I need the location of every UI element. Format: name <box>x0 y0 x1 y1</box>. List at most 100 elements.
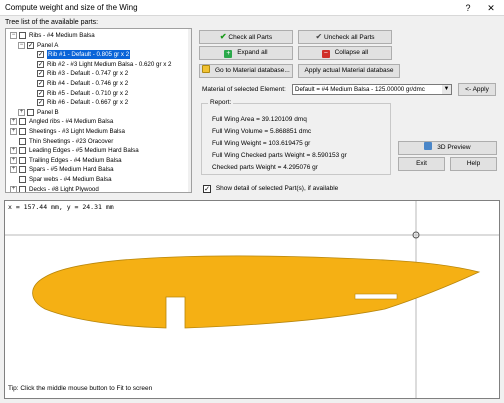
report-area: Full Wing Area = 39.120109 dmq <box>212 116 307 123</box>
tree-item[interactable]: ✓ Rib #1 - Default - 0.805 gr x 2 <box>6 50 186 60</box>
3d-preview-button[interactable]: 3D Preview <box>398 141 497 155</box>
tree-item-label: Rib #3 - Default - 0.747 gr x 2 <box>47 70 129 78</box>
tree-checkbox[interactable]: ✓ <box>37 51 44 59</box>
material-label: Material of selected Element: <box>202 86 286 93</box>
tree-checkbox[interactable]: ✓ <box>37 70 44 78</box>
uncheck-all-button[interactable]: ✔ Uncheck all Parts <box>298 30 392 44</box>
tree-checkbox[interactable] <box>19 137 26 145</box>
tree-item[interactable]: Spar webs - #4 Medium Balsa <box>6 175 186 184</box>
check-icon: ✔ <box>219 32 227 41</box>
report-parts-weight: Checked parts Weight = 4.295076 gr <box>212 164 318 171</box>
tree-item-label: Rib #6 - Default - 0.667 gr x 2 <box>47 99 129 107</box>
expand-icon[interactable]: + <box>10 128 17 135</box>
tree-checkbox[interactable] <box>19 118 26 126</box>
tree-checkbox[interactable] <box>19 156 26 164</box>
tree-checkbox[interactable] <box>19 176 26 183</box>
expand-icon[interactable]: + <box>10 185 17 192</box>
report-checked-weight: Full Wing Checked parts Weight = 8.59015… <box>212 152 347 159</box>
report-title: Report: <box>208 99 234 106</box>
tree-item[interactable]: + Trailing Edges - #4 Medium Balsa <box>6 156 186 165</box>
apply-material-db-button[interactable]: Apply actual Material database <box>298 64 400 78</box>
tree-checkbox[interactable] <box>19 147 26 155</box>
tree-item-label: Rib #4 - Default - 0.746 gr x 2 <box>47 80 129 87</box>
minus-icon: − <box>321 50 330 58</box>
close-icon[interactable]: ✕ <box>483 1 499 15</box>
window-title: Compute weight and size of the Wing <box>5 3 138 12</box>
tree-item[interactable]: ✓ Rib #5 - Default - 0.710 gr x 2 <box>6 89 186 98</box>
report-group: Report: Full Wing Area = 39.120109 dmq F… <box>201 99 391 175</box>
tree-item-label: Spar webs - #4 Medium Balsa <box>29 176 112 183</box>
tree-item-label: Rib #5 - Default - 0.710 gr x 2 <box>47 89 129 97</box>
goto-material-db-button[interactable]: Go to Material database... <box>199 64 293 78</box>
rib-profile <box>32 255 481 329</box>
report-weight: Full Wing Weight = 103.619475 gr <box>212 140 311 147</box>
tree-item-label: Rib #2 - #3 Light Medium Balsa - 0.620 g… <box>47 60 172 68</box>
tree-checkbox[interactable]: ✓ <box>37 80 44 87</box>
database-icon <box>202 65 211 73</box>
tree-item[interactable]: + Spars - #5 Medium Hard Balsa <box>6 165 186 174</box>
collapse-icon[interactable]: − <box>18 41 25 49</box>
title-bar: Compute weight and size of the Wing ? ✕ <box>0 0 504 16</box>
tree-scrollbar[interactable] <box>188 29 191 192</box>
parts-tree[interactable]: − Ribs - #4 Medium Balsa − ✓ Panel A ✓ Rib #1 … <box>5 28 192 193</box>
tree-item-label: Spars - #5 Medium Hard Balsa <box>29 166 114 174</box>
tree-item-label: Thin Sheetings - #23 Oracover <box>29 137 114 145</box>
help-button[interactable]: Help <box>450 157 497 171</box>
tree-item[interactable]: ✓ Rib #3 - Default - 0.747 gr x 2 <box>6 69 186 78</box>
tree-label: Tree list of the available parts: <box>5 19 99 26</box>
tree-checkbox[interactable] <box>27 108 34 116</box>
tree-checkbox[interactable]: ✓ <box>27 41 34 49</box>
expand-icon[interactable]: + <box>10 147 17 155</box>
collapse-icon[interactable]: − <box>10 32 17 39</box>
tree-item[interactable]: − ✓ Panel A <box>6 41 186 50</box>
tree-item[interactable]: + Decks - #8 Light Plywood <box>6 185 186 193</box>
apply-button[interactable]: <- Apply <box>458 83 496 96</box>
tree-item[interactable]: + Angled ribs - #4 Medium Balsa <box>6 117 186 126</box>
tree-checkbox[interactable] <box>19 32 26 39</box>
tree-checkbox[interactable]: ✓ <box>37 60 44 68</box>
tree-item[interactable]: + Sheetings - #3 Light Medium Balsa <box>6 127 186 136</box>
tree-item-label: Rib #1 - Default - 0.805 gr x 2 <box>47 50 131 60</box>
tree-item-label: Panel B <box>37 108 59 116</box>
tree-checkbox[interactable]: ✓ <box>37 99 44 107</box>
tree-checkbox[interactable] <box>19 185 26 192</box>
tree-item[interactable]: ✓ Rib #2 - #3 Light Medium Balsa - 0.620 … <box>6 60 186 69</box>
tree-checkbox[interactable] <box>19 166 26 174</box>
report-volume: Full Wing Volume = 5.868851 dmc <box>212 128 312 135</box>
expand-icon[interactable]: + <box>18 108 25 116</box>
uncheck-icon: ✔ <box>315 32 323 41</box>
tree-item[interactable]: + Leading Edges - #5 Medium Hard Balsa <box>6 146 186 155</box>
tree-item[interactable]: − Ribs - #4 Medium Balsa <box>6 31 186 40</box>
checkbox-icon[interactable]: ✓ <box>203 185 211 193</box>
show-detail-checkbox[interactable]: ✓ Show detail of selected Part(s), if av… <box>203 185 338 193</box>
expand-all-button[interactable]: + Expand all <box>199 46 293 60</box>
expand-icon[interactable]: + <box>10 166 17 174</box>
collapse-all-button[interactable]: − Collapse all <box>298 46 392 60</box>
canvas-tip: Tip: Click the middle mouse button to Fi… <box>8 385 153 392</box>
exit-button[interactable]: Exit <box>398 157 445 171</box>
expand-icon[interactable]: + <box>10 156 17 164</box>
tree-item[interactable]: ✓ Rib #6 - Default - 0.667 gr x 2 <box>6 98 186 107</box>
tree-item-label: Decks - #8 Light Plywood <box>29 185 99 193</box>
tree-item-label: Angled ribs - #4 Medium Balsa <box>29 118 114 126</box>
tree-item[interactable]: ✓ Rib #4 - Default - 0.746 gr x 2 <box>6 79 186 88</box>
rib-drawing[interactable] <box>5 201 499 398</box>
chevron-down-icon: ▼ <box>442 85 451 94</box>
expand-icon[interactable]: + <box>10 118 17 126</box>
check-all-button[interactable]: ✔ Check all Parts <box>199 30 293 44</box>
tree-checkbox[interactable] <box>19 128 26 135</box>
tree-item[interactable]: Thin Sheetings - #23 Oracover <box>6 137 186 146</box>
tree-checkbox[interactable]: ✓ <box>37 89 44 97</box>
rib-preview-canvas[interactable]: x = 157.44 mm, y = 24.31 mm Tip: Click t… <box>4 200 500 399</box>
spar-slot <box>354 293 398 300</box>
tree-item-label: Leading Edges - #5 Medium Hard Balsa <box>29 147 139 155</box>
tree-item[interactable]: + Panel B <box>6 108 186 117</box>
tree-item-label: Panel A <box>37 41 59 49</box>
material-select[interactable]: Default = #4 Medium Balsa - 125.00000 gr… <box>292 84 452 95</box>
plus-icon: + <box>224 50 233 58</box>
tree-item-label: Trailing Edges - #4 Medium Balsa <box>29 156 122 164</box>
help-icon[interactable]: ? <box>460 1 476 15</box>
monitor-icon <box>424 142 433 150</box>
tree-item-label: Ribs - #4 Medium Balsa <box>29 32 95 39</box>
tree-item-label: Sheetings - #3 Light Medium Balsa <box>29 128 125 135</box>
